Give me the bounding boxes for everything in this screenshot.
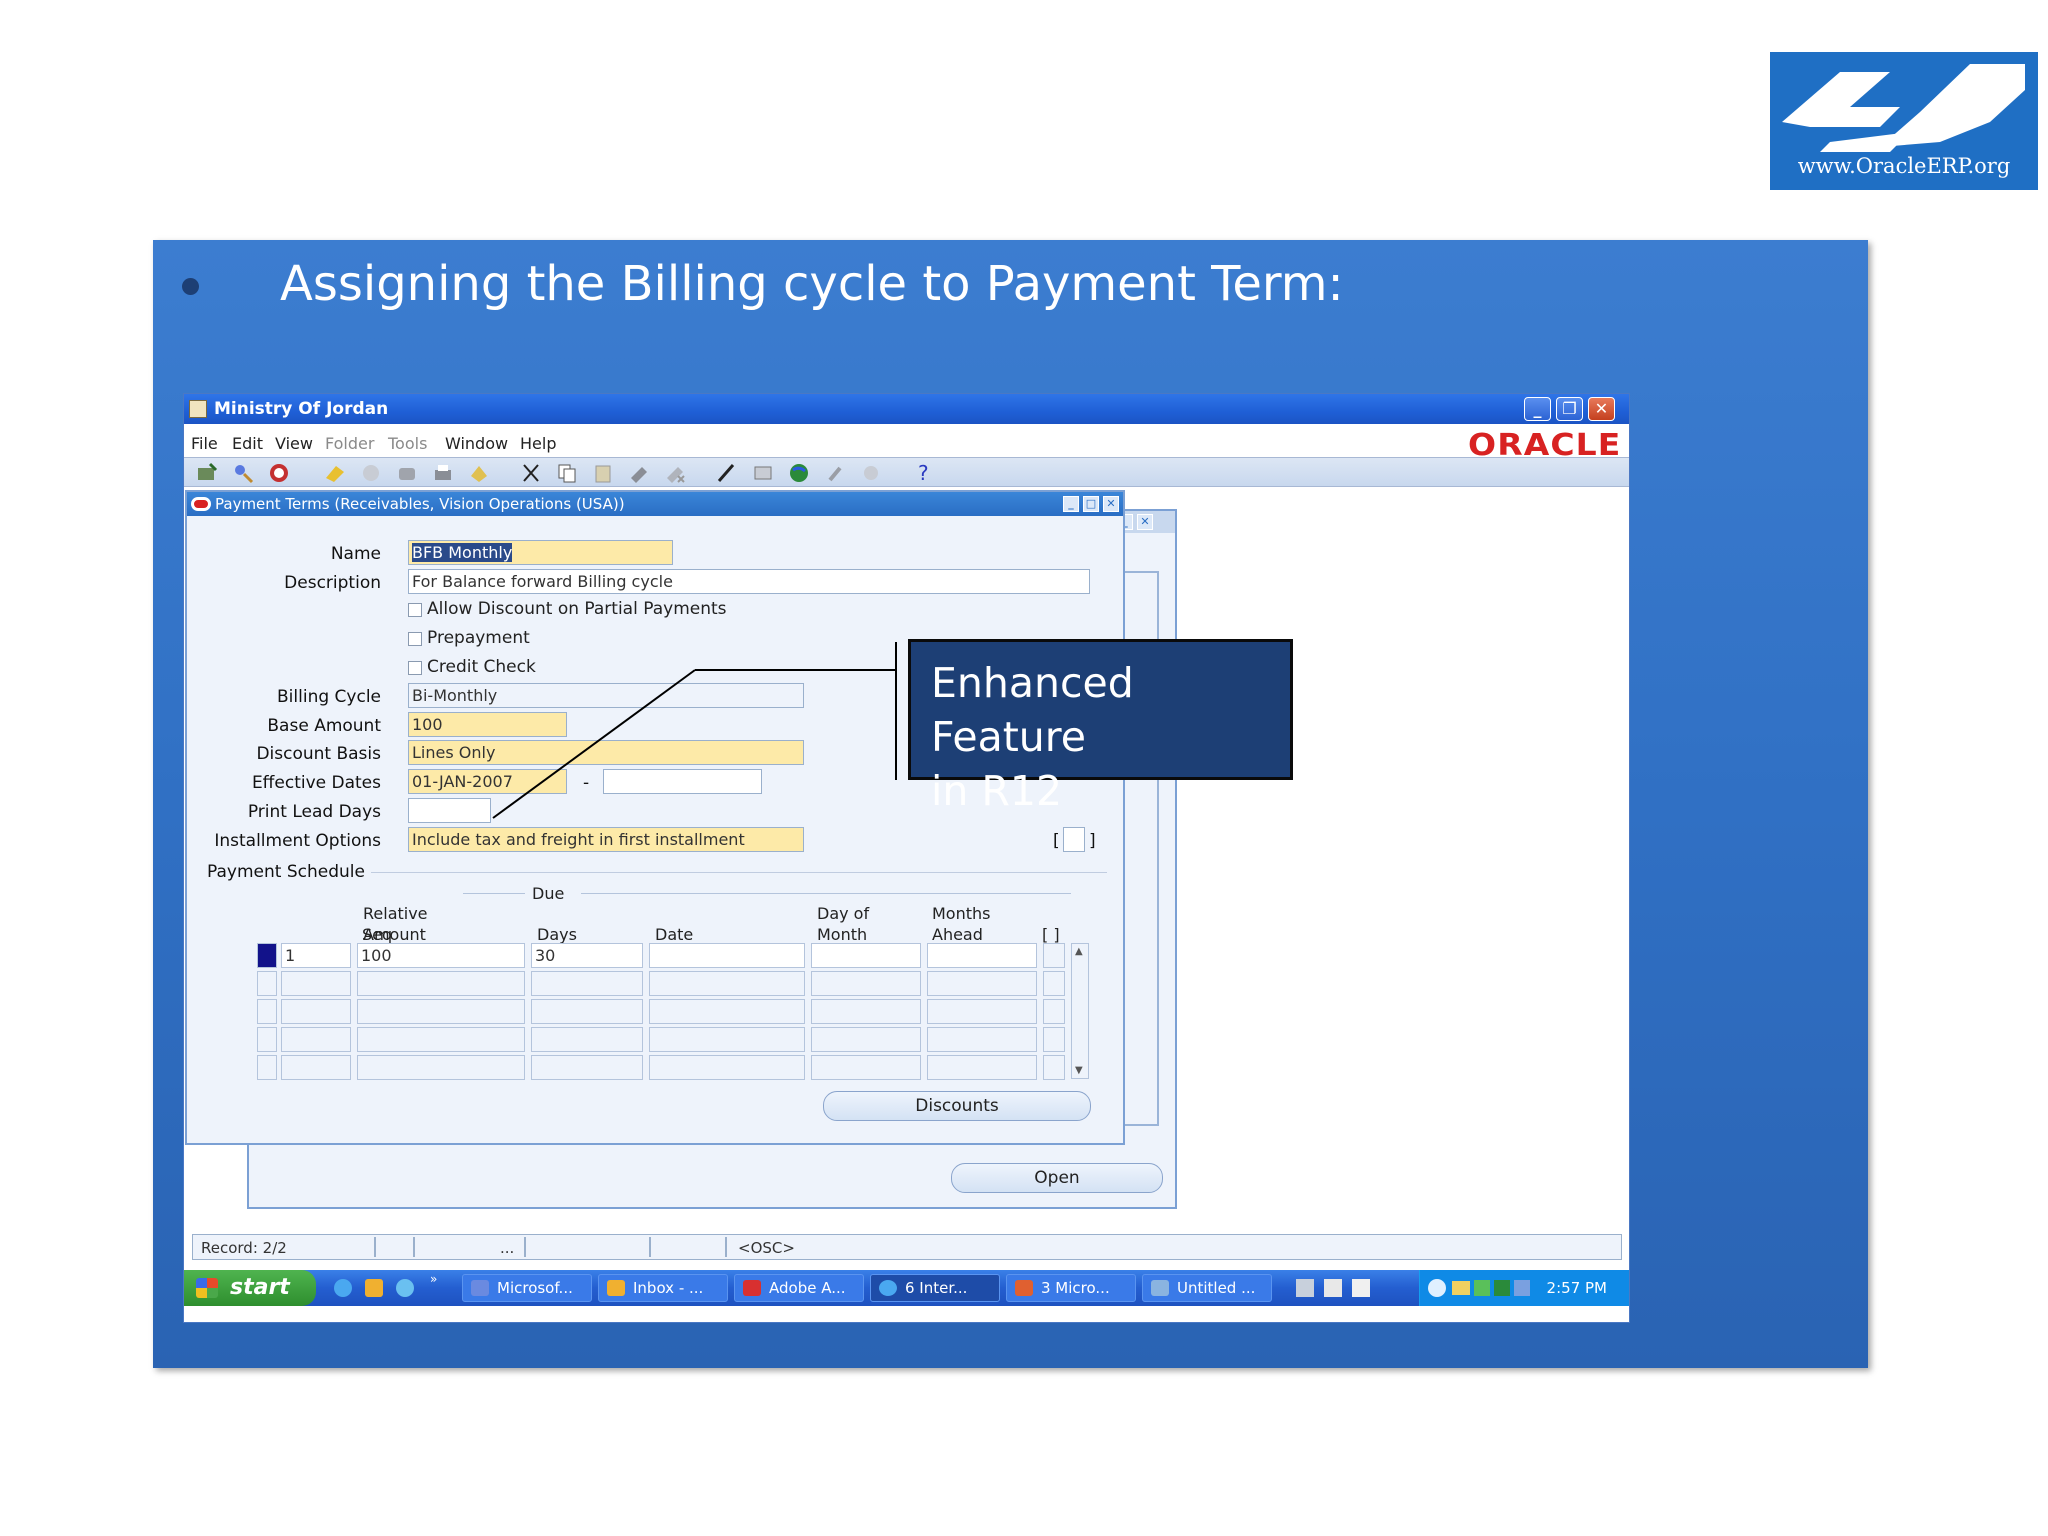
callout-pointer-line — [492, 669, 696, 819]
callout-line-1: Enhanced Feature — [931, 659, 1134, 761]
enhanced-feature-callout: Enhanced Feature in R12 — [908, 639, 1293, 815]
callout-text: Enhanced Feature in R12 — [931, 656, 1290, 818]
callout-line-2: in R12 — [931, 767, 1063, 815]
